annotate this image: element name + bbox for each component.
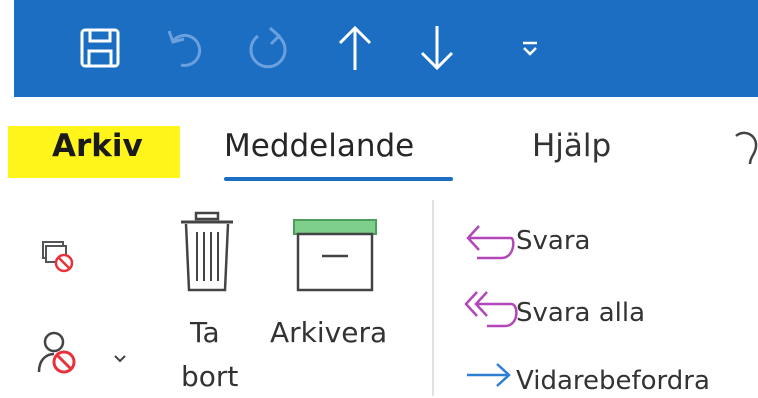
archive-label: Arkivera [270,316,388,349]
arrow-down-icon [420,26,454,71]
block-sender-dropdown[interactable] [113,348,127,369]
active-tab-indicator [224,177,453,181]
ignore-conversation-icon [42,241,74,273]
undo-button[interactable] [158,18,214,78]
trash-icon [181,211,233,292]
delete-label-line2: bort [181,360,239,393]
customize-qat-button[interactable] [510,18,550,78]
chevron-down-icon [114,355,126,363]
tab-arkiv[interactable]: Arkiv [52,126,143,166]
tab-hjalp[interactable]: Hjälp [532,126,611,166]
redo-button[interactable] [240,18,296,78]
save-button[interactable] [72,18,128,78]
archive-button[interactable] [292,218,378,298]
arrow-up-icon [338,25,372,70]
ignore-button[interactable] [40,238,76,278]
window-edge [0,0,14,97]
save-icon [80,28,120,68]
lightbulb-icon[interactable] [734,128,758,176]
move-up-button[interactable] [330,18,380,78]
block-sender-button[interactable] [36,330,82,380]
reply-all-icon [463,286,519,336]
forward-button[interactable]: Vidarebefordra [516,364,710,398]
reply-all-button[interactable]: Svara alla [516,296,645,330]
group-separator [432,200,434,396]
move-down-button[interactable] [412,18,462,78]
customize-qat-icon [523,41,537,56]
block-sender-icon [37,331,76,374]
redo-icon [249,26,287,69]
forward-icon [463,360,515,394]
undo-icon [167,30,202,67]
delete-button[interactable] [178,210,236,298]
reply-button[interactable]: Svara [516,224,590,258]
archive-box-icon [293,219,377,292]
delete-label-line1: Ta [190,316,220,349]
tab-meddelande[interactable]: Meddelande [224,126,414,166]
reply-icon [463,222,515,266]
